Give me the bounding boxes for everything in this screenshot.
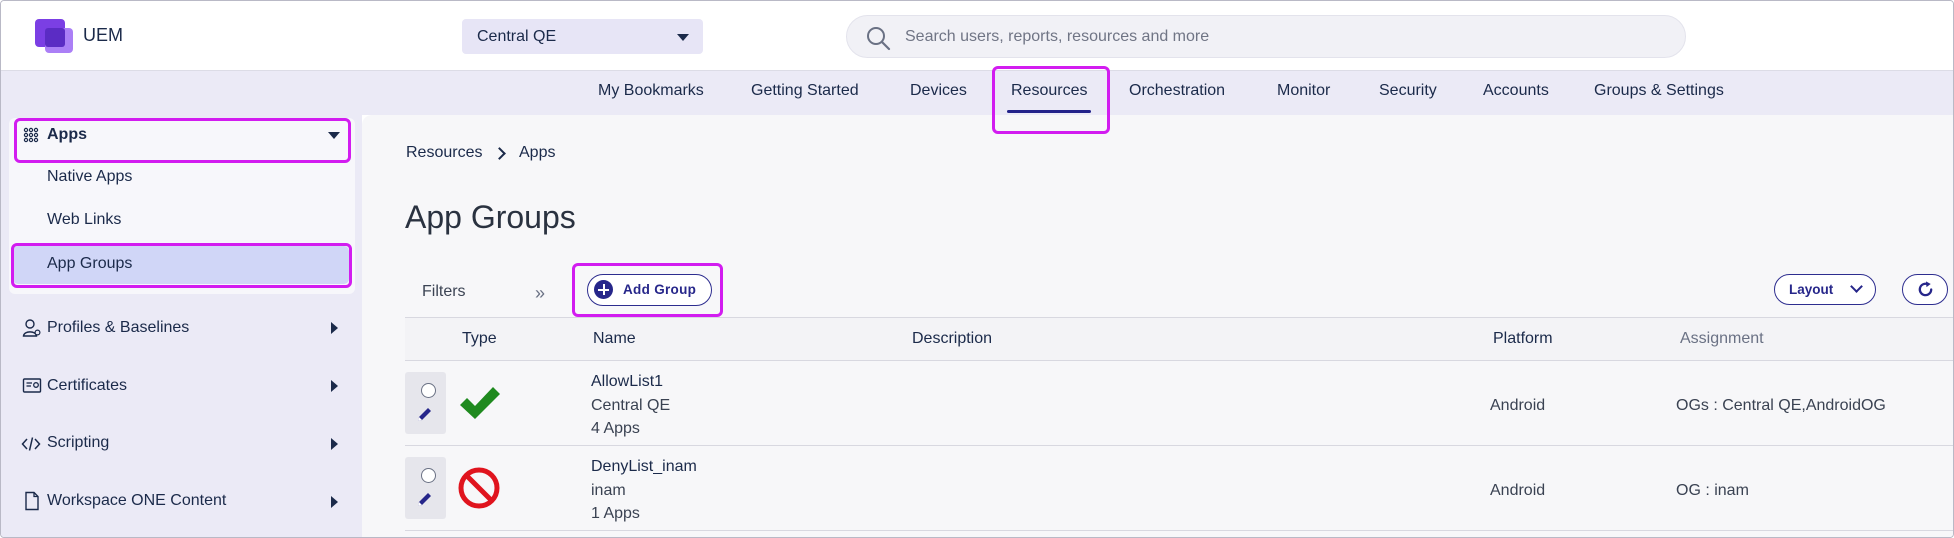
row-select-radio[interactable] [421, 383, 436, 398]
app-window: UEM Central QE My Bookmarks Getting Star… [0, 0, 1954, 538]
search-input[interactable] [905, 22, 1665, 52]
chevron-right-icon[interactable] [331, 322, 338, 334]
sidebar-item-certificates[interactable]: Certificates [47, 377, 127, 395]
row-actions [405, 457, 446, 519]
checkmark-icon [460, 387, 500, 419]
sidebar-item-app-groups[interactable]: App Groups [47, 255, 132, 273]
group-org: inam [591, 482, 626, 499]
profile-icon [22, 319, 41, 337]
sidebar-item-scripting[interactable]: Scripting [47, 434, 109, 452]
table-header: Type Name Description Platform Assignmen… [405, 317, 1953, 361]
main-content: Resources Apps App Groups Filters » Add … [362, 115, 1953, 537]
search-icon [867, 27, 891, 51]
group-assignment: OG : inam [1676, 482, 1749, 499]
nav-item-monitor[interactable]: Monitor [1277, 82, 1330, 100]
nav-item-security[interactable]: Security [1379, 82, 1437, 100]
edit-pencil-icon[interactable] [415, 489, 435, 509]
nav-active-indicator [1007, 110, 1091, 113]
plus-circle-icon [594, 280, 613, 299]
chevron-down-icon[interactable] [328, 132, 340, 139]
add-group-label: Add Group [623, 282, 697, 297]
filters-label[interactable]: Filters [422, 283, 466, 301]
nav-item-accounts[interactable]: Accounts [1483, 82, 1549, 100]
group-platform: Android [1490, 482, 1546, 499]
group-app-count: 4 Apps [591, 420, 640, 437]
sidebar-item-web-links[interactable]: Web Links [47, 211, 121, 229]
global-search[interactable] [846, 15, 1686, 58]
nav-item-orchestration[interactable]: Orchestration [1129, 82, 1225, 100]
sidebar-item-profiles-baselines[interactable]: Profiles & Baselines [47, 319, 189, 337]
nav-item-devices[interactable]: Devices [910, 82, 967, 100]
column-header-description[interactable]: Description [912, 330, 992, 348]
sidebar-item-workspace-one-content[interactable]: Workspace ONE Content [47, 492, 226, 510]
grid-toolbar: Filters » Add Group Layout [405, 255, 1953, 317]
nav-item-resources[interactable]: Resources [1011, 82, 1087, 100]
group-org: Central QE [591, 397, 671, 414]
nav-item-getting-started[interactable]: Getting Started [751, 82, 859, 100]
breadcrumb-resources[interactable]: Resources [406, 144, 482, 162]
chevron-right-icon[interactable] [331, 496, 338, 508]
layout-label: Layout [1789, 282, 1834, 297]
uem-logo-icon[interactable] [35, 19, 73, 53]
sidebar: Apps Native Apps Web Links App Groups Pr… [1, 115, 362, 537]
row-actions [405, 372, 446, 434]
group-platform: Android [1490, 397, 1546, 414]
chevron-right-icon [493, 147, 506, 160]
app-title: UEM [83, 25, 123, 45]
breadcrumb-apps[interactable]: Apps [519, 144, 555, 162]
refresh-icon [1918, 281, 1933, 297]
column-header-assignment[interactable]: Assignment [1680, 330, 1764, 348]
table-row[interactable]: AllowList1 Central QE 4 Apps Android OGs… [405, 361, 1953, 446]
code-icon [21, 437, 41, 451]
nav-item-my-bookmarks[interactable]: My Bookmarks [598, 82, 704, 100]
top-header: UEM Central QE [1, 1, 1953, 71]
column-header-name[interactable]: Name [593, 330, 636, 348]
chevron-right-icon[interactable] [331, 380, 338, 392]
certificate-icon [22, 378, 42, 393]
chevron-down-icon [677, 34, 689, 41]
organization-group-value: Central QE [477, 28, 557, 45]
column-header-platform[interactable]: Platform [1493, 330, 1553, 348]
group-name-link[interactable]: AllowList1 [591, 373, 663, 391]
app-groups-grid: Filters » Add Group Layout Type Name Des… [405, 255, 1953, 537]
main-nav: My Bookmarks Getting Started Devices Res… [1, 71, 1953, 115]
double-chevron-right-icon[interactable]: » [535, 283, 545, 304]
chevron-right-icon[interactable] [331, 438, 338, 450]
grid-icon [23, 127, 39, 143]
sidebar-item-native-apps[interactable]: Native Apps [47, 168, 132, 186]
add-group-button[interactable]: Add Group [587, 274, 712, 306]
row-select-radio[interactable] [421, 468, 436, 483]
group-assignment: OGs : Central QE,AndroidOG [1676, 397, 1886, 414]
edit-pencil-icon[interactable] [415, 404, 435, 424]
group-app-count: 1 Apps [591, 505, 640, 522]
column-header-type[interactable]: Type [462, 330, 497, 348]
sidebar-item-apps[interactable]: Apps [47, 126, 87, 144]
chevron-down-icon [1850, 280, 1863, 293]
layout-button[interactable]: Layout [1774, 274, 1876, 305]
document-icon [25, 491, 39, 511]
group-name-link[interactable]: DenyList_inam [591, 458, 697, 476]
page-title: App Groups [405, 199, 576, 235]
nav-item-groups-settings[interactable]: Groups & Settings [1594, 82, 1724, 100]
prohibited-icon [458, 467, 500, 509]
refresh-button[interactable] [1902, 274, 1948, 305]
table-row[interactable]: DenyList_inam inam 1 Apps Android OG : i… [405, 446, 1953, 531]
organization-group-select[interactable]: Central QE [462, 19, 703, 54]
